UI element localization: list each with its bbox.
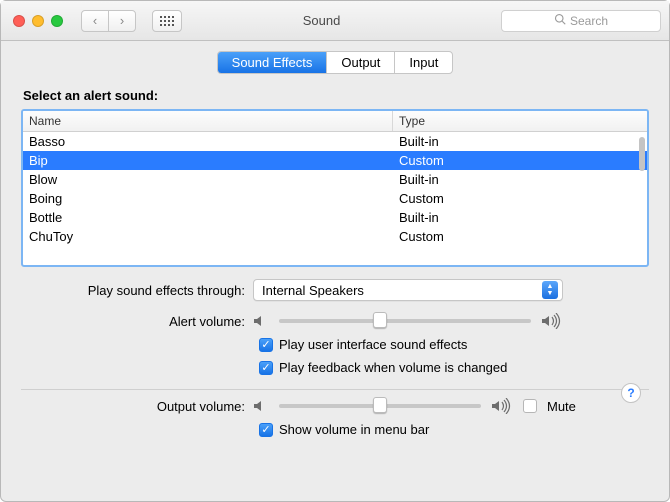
cell-type: Built-in xyxy=(393,171,647,188)
show-volume-menu-label: Show volume in menu bar xyxy=(279,422,429,437)
table-header: Name Type xyxy=(23,111,647,132)
search-input[interactable]: Search xyxy=(501,10,661,32)
table-row[interactable]: BlowBuilt-in xyxy=(23,170,647,189)
show-volume-menu-checkbox[interactable]: ✓ xyxy=(259,423,273,437)
help-button[interactable]: ? xyxy=(621,383,641,403)
play-feedback-checkbox[interactable]: ✓ xyxy=(259,361,273,375)
cell-name: Bottle xyxy=(23,209,393,226)
tabs-row: Sound Effects Output Input xyxy=(1,41,669,80)
output-volume-row: Output volume: Mute xyxy=(21,398,649,414)
forward-button[interactable]: › xyxy=(108,10,136,32)
tab-output[interactable]: Output xyxy=(327,52,395,73)
chevron-left-icon: ‹ xyxy=(93,13,97,28)
output-volume-slider[interactable] xyxy=(279,404,481,408)
cell-type: Custom xyxy=(393,190,647,207)
speaker-low-icon xyxy=(253,399,269,413)
window-controls xyxy=(13,15,63,27)
titlebar: ‹ › Sound Search xyxy=(1,1,669,41)
alert-volume-label: Alert volume: xyxy=(21,314,253,329)
play-ui-sounds-checkbox[interactable]: ✓ xyxy=(259,338,273,352)
cell-type: Custom xyxy=(393,228,647,245)
play-feedback-label: Play feedback when volume is changed xyxy=(279,360,507,375)
play-through-value: Internal Speakers xyxy=(262,283,364,298)
divider xyxy=(21,389,649,390)
window-title: Sound xyxy=(150,13,493,28)
table-row[interactable]: BottleBuilt-in xyxy=(23,208,647,227)
play-ui-sounds-row: ✓ Play user interface sound effects xyxy=(21,337,649,352)
search-icon xyxy=(554,13,566,28)
column-name[interactable]: Name xyxy=(23,111,393,131)
show-volume-menu-row: ✓ Show volume in menu bar xyxy=(21,422,649,437)
speaker-low-icon xyxy=(253,314,269,328)
cell-type: Built-in xyxy=(393,133,647,150)
column-type[interactable]: Type xyxy=(393,111,647,131)
slider-knob[interactable] xyxy=(373,312,387,328)
play-ui-sounds-label: Play user interface sound effects xyxy=(279,337,467,352)
play-through-label: Play sound effects through: xyxy=(21,283,253,298)
play-feedback-row: ✓ Play feedback when volume is changed xyxy=(21,360,649,375)
cell-name: Bip xyxy=(23,152,393,169)
cell-type: Custom xyxy=(393,152,647,169)
minimize-icon[interactable] xyxy=(32,15,44,27)
zoom-icon[interactable] xyxy=(51,15,63,27)
chevron-right-icon: › xyxy=(120,13,124,28)
tab-input[interactable]: Input xyxy=(395,52,452,73)
sound-effects-panel: Select an alert sound: Name Type BassoBu… xyxy=(21,84,649,501)
alert-sounds-table[interactable]: Name Type BassoBuilt-inBipCustomBlowBuil… xyxy=(21,109,649,267)
cell-name: Boing xyxy=(23,190,393,207)
output-volume-label: Output volume: xyxy=(21,399,253,414)
tab-sound-effects[interactable]: Sound Effects xyxy=(218,52,328,73)
nav-buttons: ‹ › xyxy=(81,10,136,32)
sound-preferences-window: ‹ › Sound Search Sound Effects Output I xyxy=(0,0,670,502)
mute-checkbox[interactable] xyxy=(523,399,537,413)
table-row[interactable]: BassoBuilt-in xyxy=(23,132,647,151)
speaker-high-icon xyxy=(541,313,563,329)
mute-label: Mute xyxy=(547,399,576,414)
table-row[interactable]: BipCustom xyxy=(23,151,647,170)
alert-volume-slider[interactable] xyxy=(279,319,531,323)
table-row[interactable]: BoingCustom xyxy=(23,189,647,208)
cell-name: Blow xyxy=(23,171,393,188)
play-through-row: Play sound effects through: Internal Spe… xyxy=(21,279,649,301)
back-button[interactable]: ‹ xyxy=(81,10,109,32)
tabs: Sound Effects Output Input xyxy=(217,51,454,74)
alert-volume-row: Alert volume: xyxy=(21,313,649,329)
cell-type: Built-in xyxy=(393,209,647,226)
chevron-up-down-icon: ▲▼ xyxy=(542,281,558,299)
slider-knob[interactable] xyxy=(373,397,387,413)
close-icon[interactable] xyxy=(13,15,25,27)
cell-name: Basso xyxy=(23,133,393,150)
play-through-select[interactable]: Internal Speakers ▲▼ xyxy=(253,279,563,301)
select-alert-label: Select an alert sound: xyxy=(23,88,647,103)
search-placeholder: Search xyxy=(570,14,608,28)
speaker-high-icon xyxy=(491,398,513,414)
cell-name: ChuToy xyxy=(23,228,393,245)
scrollbar-thumb[interactable] xyxy=(639,137,645,171)
table-row[interactable]: ChuToyCustom xyxy=(23,227,647,246)
